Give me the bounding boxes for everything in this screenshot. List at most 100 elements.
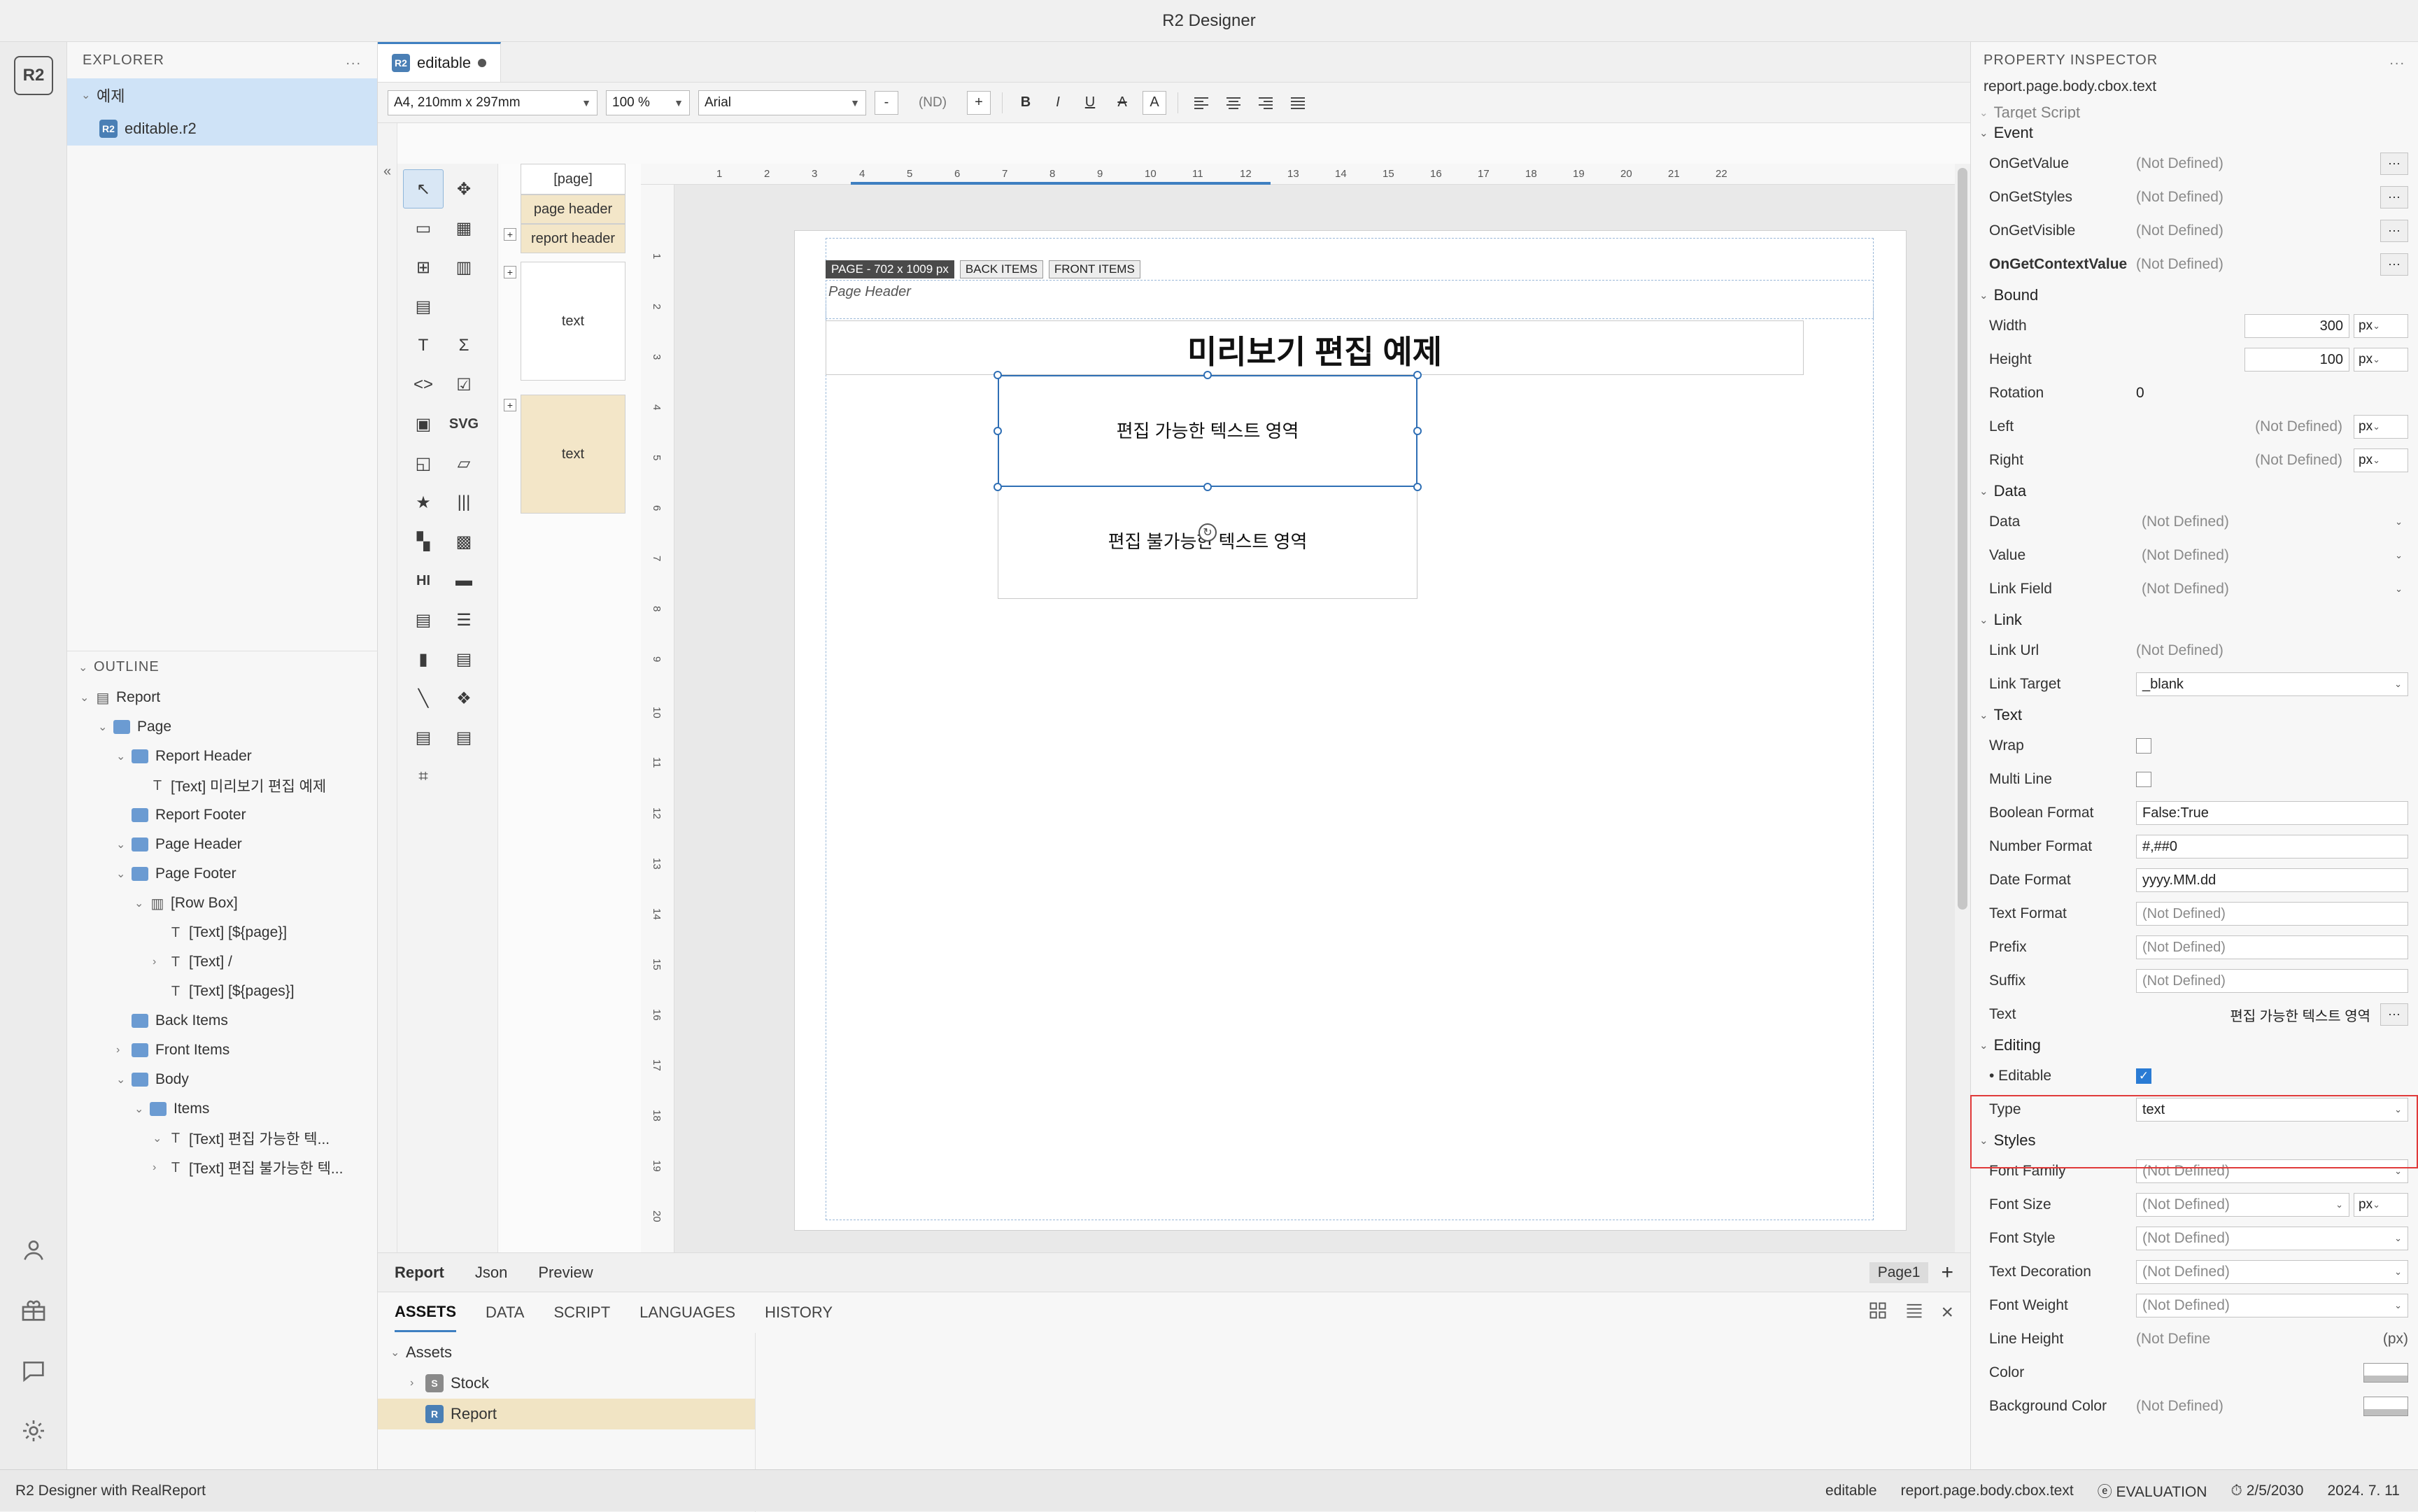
- property-checkbox[interactable]: [2136, 738, 2151, 754]
- italic-button[interactable]: I: [1046, 91, 1070, 115]
- property-input[interactable]: 편집 가능한 텍스트 영역: [2136, 1003, 2376, 1026]
- chevron-down-icon[interactable]: ⌄: [134, 896, 150, 910]
- font-size-decrease-button[interactable]: -: [875, 90, 898, 115]
- chevron-down-icon[interactable]: ⌄: [116, 1073, 132, 1087]
- property-input[interactable]: (Not Defined): [2136, 902, 2408, 926]
- qr-icon[interactable]: ▚: [403, 522, 444, 561]
- rows-icon[interactable]: ▤: [403, 718, 444, 757]
- chevron-down-icon[interactable]: ⌄: [80, 691, 95, 705]
- chevron-down-icon[interactable]: ⌄: [153, 1131, 168, 1145]
- outline-item[interactable]: ⌄ ▥ [Row Box]: [67, 889, 378, 918]
- inspector-group-clipped[interactable]: ⌄ Target Script: [1971, 106, 2418, 119]
- property-unit-select[interactable]: px ⌄: [2354, 348, 2408, 372]
- gift-icon[interactable]: [0, 1280, 67, 1341]
- inspector-more-icon[interactable]: ...: [2389, 52, 2405, 69]
- align-center-icon[interactable]: [1222, 91, 1245, 115]
- property-select[interactable]: (Not Defined) ⌄: [2136, 1227, 2408, 1250]
- property-input[interactable]: #,##0: [2136, 835, 2408, 859]
- r2-logo-icon[interactable]: R2: [0, 42, 67, 109]
- move-icon[interactable]: ✥: [444, 169, 484, 209]
- inspector-group-editing[interactable]: ⌄ Editing: [1971, 1031, 2418, 1059]
- property-select[interactable]: (Not Defined) ⌄: [2136, 1294, 2408, 1317]
- tab-data[interactable]: DATA: [486, 1303, 524, 1322]
- outline-item[interactable]: ⌄ Page Header: [67, 830, 378, 859]
- tab-history[interactable]: HISTORY: [765, 1303, 833, 1322]
- chevron-right-icon[interactable]: ›: [153, 956, 168, 968]
- dotmatrix-icon[interactable]: ▩: [444, 522, 484, 561]
- section-block[interactable]: page header: [521, 195, 625, 224]
- list2-icon[interactable]: ▤: [444, 718, 484, 757]
- color-swatch[interactable]: [2363, 1363, 2408, 1383]
- outline-item[interactable]: Back Items: [67, 1006, 378, 1036]
- document-tab-editable[interactable]: R2 editable: [378, 42, 502, 82]
- property-more-button[interactable]: ⋯: [2380, 153, 2408, 175]
- property-unit-select[interactable]: px ⌄: [2354, 415, 2408, 439]
- tree-icon[interactable]: ⌗: [403, 757, 444, 796]
- explorer-file-editable-r2[interactable]: R2 editable.r2: [67, 112, 377, 146]
- resize-handle-s[interactable]: [1203, 483, 1212, 491]
- strikethrough-button[interactable]: A: [1110, 91, 1134, 115]
- rotate-icon[interactable]: ↻: [1199, 523, 1217, 542]
- outline-item[interactable]: ⌄ Page: [67, 712, 378, 742]
- section-block[interactable]: text: [521, 262, 625, 381]
- outline-item[interactable]: ⌄ ▤ Report: [67, 683, 378, 712]
- inspector-group-link[interactable]: ⌄ Link: [1971, 606, 2418, 634]
- chevron-down-icon[interactable]: ⌄: [2395, 550, 2403, 561]
- grid-view-icon[interactable]: [1868, 1301, 1888, 1324]
- zoom-select[interactable]: 100 % ▼: [606, 90, 690, 115]
- chevron-down-icon[interactable]: ⌄: [2395, 516, 2403, 528]
- outline-item[interactable]: ⌄ Body: [67, 1065, 378, 1094]
- chevron-down-icon[interactable]: ⌄: [2373, 1199, 2380, 1210]
- property-select[interactable]: (Not Defined) ⌄: [2136, 1159, 2408, 1183]
- inspector-group-styles[interactable]: ⌄ Styles: [1971, 1126, 2418, 1154]
- outline-item[interactable]: ⌄ Page Footer: [67, 859, 378, 889]
- outline-item[interactable]: › T [Text] /: [67, 947, 378, 977]
- chevron-down-icon[interactable]: ⌄: [2394, 679, 2402, 690]
- property-more-button[interactable]: ⋯: [2380, 253, 2408, 276]
- underline-button[interactable]: U: [1078, 91, 1102, 115]
- resize-handle-ne[interactable]: [1413, 371, 1422, 379]
- chevron-down-icon[interactable]: ⌄: [116, 838, 132, 852]
- tab-script[interactable]: SCRIPT: [553, 1303, 610, 1322]
- property-select[interactable]: (Not Defined) ⌄: [2136, 1260, 2408, 1284]
- property-input[interactable]: False:True: [2136, 801, 2408, 825]
- layers-icon[interactable]: ❖: [444, 679, 484, 718]
- tab-json[interactable]: Json: [475, 1264, 507, 1282]
- property-input[interactable]: (Not Defined): [2136, 935, 2408, 959]
- tab-languages[interactable]: LANGUAGES: [639, 1303, 735, 1322]
- property-input[interactable]: yyyy.MM.dd: [2136, 868, 2408, 892]
- html-icon[interactable]: ▤: [403, 600, 444, 640]
- outline-item[interactable]: Report Footer: [67, 800, 378, 830]
- page-indicator[interactable]: Page1: [1869, 1262, 1929, 1283]
- chevron-right-icon[interactable]: ›: [410, 1377, 425, 1390]
- editable-text-cell-selected[interactable]: 편집 가능한 텍스트 영역: [998, 375, 1417, 487]
- asset-tree-item[interactable]: R Report: [378, 1399, 755, 1429]
- sigma-icon[interactable]: Σ: [444, 326, 484, 365]
- outline-item[interactable]: › T [Text] 편집 불가능한 텍...: [67, 1153, 378, 1182]
- text-icon[interactable]: T: [403, 326, 444, 365]
- tab-preview[interactable]: Preview: [538, 1264, 593, 1282]
- text-highlight-button[interactable]: A: [1143, 90, 1166, 115]
- property-value[interactable]: 0: [2136, 385, 2144, 402]
- list-icon[interactable]: ☰: [444, 600, 484, 640]
- asset-tree-item[interactable]: › S Stock: [378, 1368, 755, 1399]
- chevron-down-icon[interactable]: ⌄: [2373, 320, 2380, 332]
- chevron-down-icon[interactable]: ⌄: [2394, 1166, 2402, 1177]
- property-checkbox[interactable]: ✓: [2136, 1068, 2151, 1084]
- outline-item[interactable]: ⌄ T [Text] 편집 가능한 텍...: [67, 1124, 378, 1153]
- property-unit-select[interactable]: px ⌄: [2354, 448, 2408, 472]
- outline-item[interactable]: T [Text] 미리보기 편집 예제: [67, 771, 378, 800]
- canvas-scrollbar[interactable]: [1955, 164, 1970, 1252]
- chevron-down-icon[interactable]: ⌄: [116, 867, 132, 881]
- chevron-down-icon[interactable]: ⌄: [2335, 1199, 2343, 1210]
- property-unit-select[interactable]: px ⌄: [2354, 314, 2408, 338]
- noneditable-text-cell[interactable]: 편집 불가능한 텍스트 영역: [998, 487, 1417, 599]
- expand-section-button[interactable]: +: [504, 228, 516, 241]
- property-select[interactable]: (Not Defined) ⌄: [2136, 544, 2408, 567]
- list-view-icon[interactable]: [1904, 1301, 1924, 1324]
- chevron-down-icon[interactable]: ⌄: [2373, 421, 2380, 432]
- outline-item[interactable]: T [Text] [${pages}]: [67, 977, 378, 1006]
- code-icon[interactable]: <>: [403, 365, 444, 404]
- property-checkbox[interactable]: [2136, 772, 2151, 787]
- property-unit-select[interactable]: px ⌄: [2354, 1193, 2408, 1217]
